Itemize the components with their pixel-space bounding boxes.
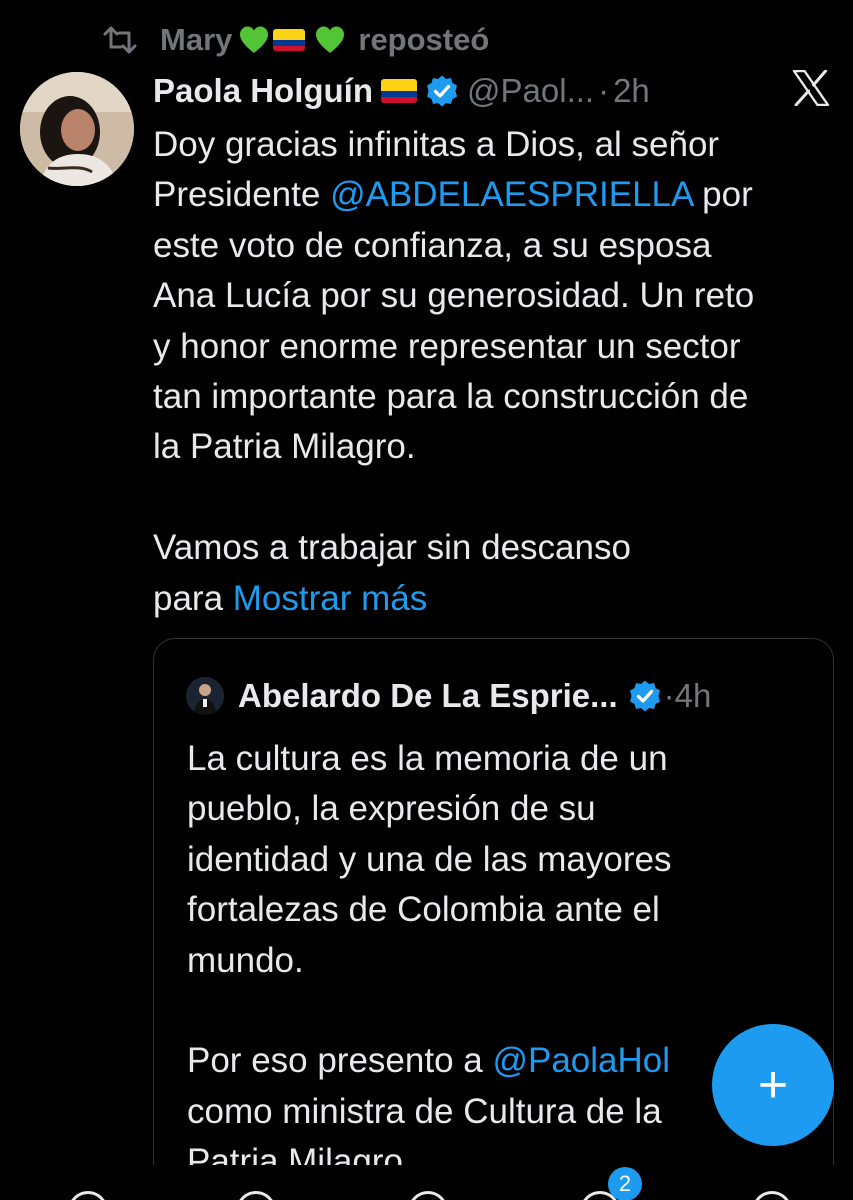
text-line: identidad y una de las mayores [187,835,827,885]
text-segment: tan importante para la construcción de [153,376,749,416]
mention-link[interactable]: @PaolaHol [492,1041,670,1080]
text-line: la Patria Milagro. [153,422,843,472]
text-segment: mundo. [187,940,304,980]
tweet-timestamp[interactable]: 2h [613,72,650,110]
avatar[interactable] [20,72,134,186]
reposter-name[interactable]: Mary [160,22,346,58]
text-line: tan importante para la construcción de [153,372,843,422]
text-line: pueblo, la expresión de su [187,784,827,834]
quoted-tweet-header: Abelardo De La Esprie... · 4h [186,673,711,719]
compose-plus-icon: + [757,1056,789,1114]
text-line: Doy gracias infinitas a Dios, al señor [153,120,843,170]
verified-badge-icon [629,680,660,712]
colombia-flag-icon [381,79,418,103]
verified-badge-icon [427,75,458,107]
show-more-link[interactable]: Mostrar más [233,579,427,618]
text-line: Ana Lucía por su generosidad. Un reto [153,271,843,321]
separator-dot: · [598,72,610,109]
author-handle[interactable]: @Paol... [467,72,594,110]
tweet-text: Doy gracias infinitas a Dios, al señor Pr… [153,120,843,624]
tweet-header: Paola Holguín @Paol... · 2h [153,68,650,114]
green-heart-icon [316,26,345,53]
text-segment: para [153,578,233,618]
text-segment: y honor enorme representar un sector [153,326,741,366]
avatar-image [20,72,134,186]
text-segment: Vamos a trabajar sin descanso [153,528,631,568]
search-tab-icon[interactable] [236,1191,276,1200]
text-line: para Mostrar más [153,574,843,624]
x-logo-icon[interactable] [792,70,830,106]
green-heart-icon [240,26,269,53]
text-segment: pueblo, la expresión de su [187,789,596,829]
compose-button[interactable]: + [712,1024,834,1146]
author-name[interactable]: Paola Holguín [153,72,373,110]
quoted-author-avatar [186,677,224,715]
text-segment: fortalezas de Colombia ante el [187,890,660,930]
home-tab-icon[interactable] [68,1191,108,1200]
text-segment: Por eso presento a [187,1041,493,1081]
text-segment: por [692,175,753,215]
text-segment: la Patria Milagro. [153,427,416,467]
text-segment: La cultura es la memoria de un [187,739,668,778]
text-segment: Doy gracias infinitas a Dios, al señor [153,125,720,164]
text-segment: este voto de confianza, a su esposa [153,225,712,265]
bottom-tab-bar: 2 [0,1165,853,1200]
quoted-author-name[interactable]: Abelardo De La Esprie... [238,677,618,715]
text-line: La cultura es la memoria de un [187,734,827,784]
messages-tab-icon[interactable] [752,1191,792,1200]
text-line: fortalezas de Colombia ante el [187,885,827,935]
reposter-name-text: Mary [160,22,233,57]
notification-badge: 2 [608,1167,642,1200]
separator-dot: · [663,677,675,714]
text-line: Presidente @ABDELAESPRIELLA por [153,170,843,220]
text-segment: identidad y una de las mayores [187,839,672,879]
text-segment: como ministra de Cultura de la [187,1091,662,1131]
text-line: mundo. [187,936,827,986]
mention-link[interactable]: @ABDELAESPRIELLA [330,175,692,214]
text-segment: Ana Lucía por su generosidad. Un reto [153,276,755,316]
quoted-timestamp[interactable]: 4h [675,677,712,715]
text-line: este voto de confianza, a su esposa [153,221,843,271]
text-segment: Presidente [153,175,331,215]
colombia-flag-icon [273,29,306,51]
text-line: y honor enorme representar un sector [153,322,843,372]
repost-verb: reposteó [358,22,490,57]
repost-indicator: Mary reposteó [102,20,489,60]
text-line: Vamos a trabajar sin descanso [153,523,843,573]
repost-icon [103,26,137,54]
grok-tab-icon[interactable] [408,1191,448,1200]
